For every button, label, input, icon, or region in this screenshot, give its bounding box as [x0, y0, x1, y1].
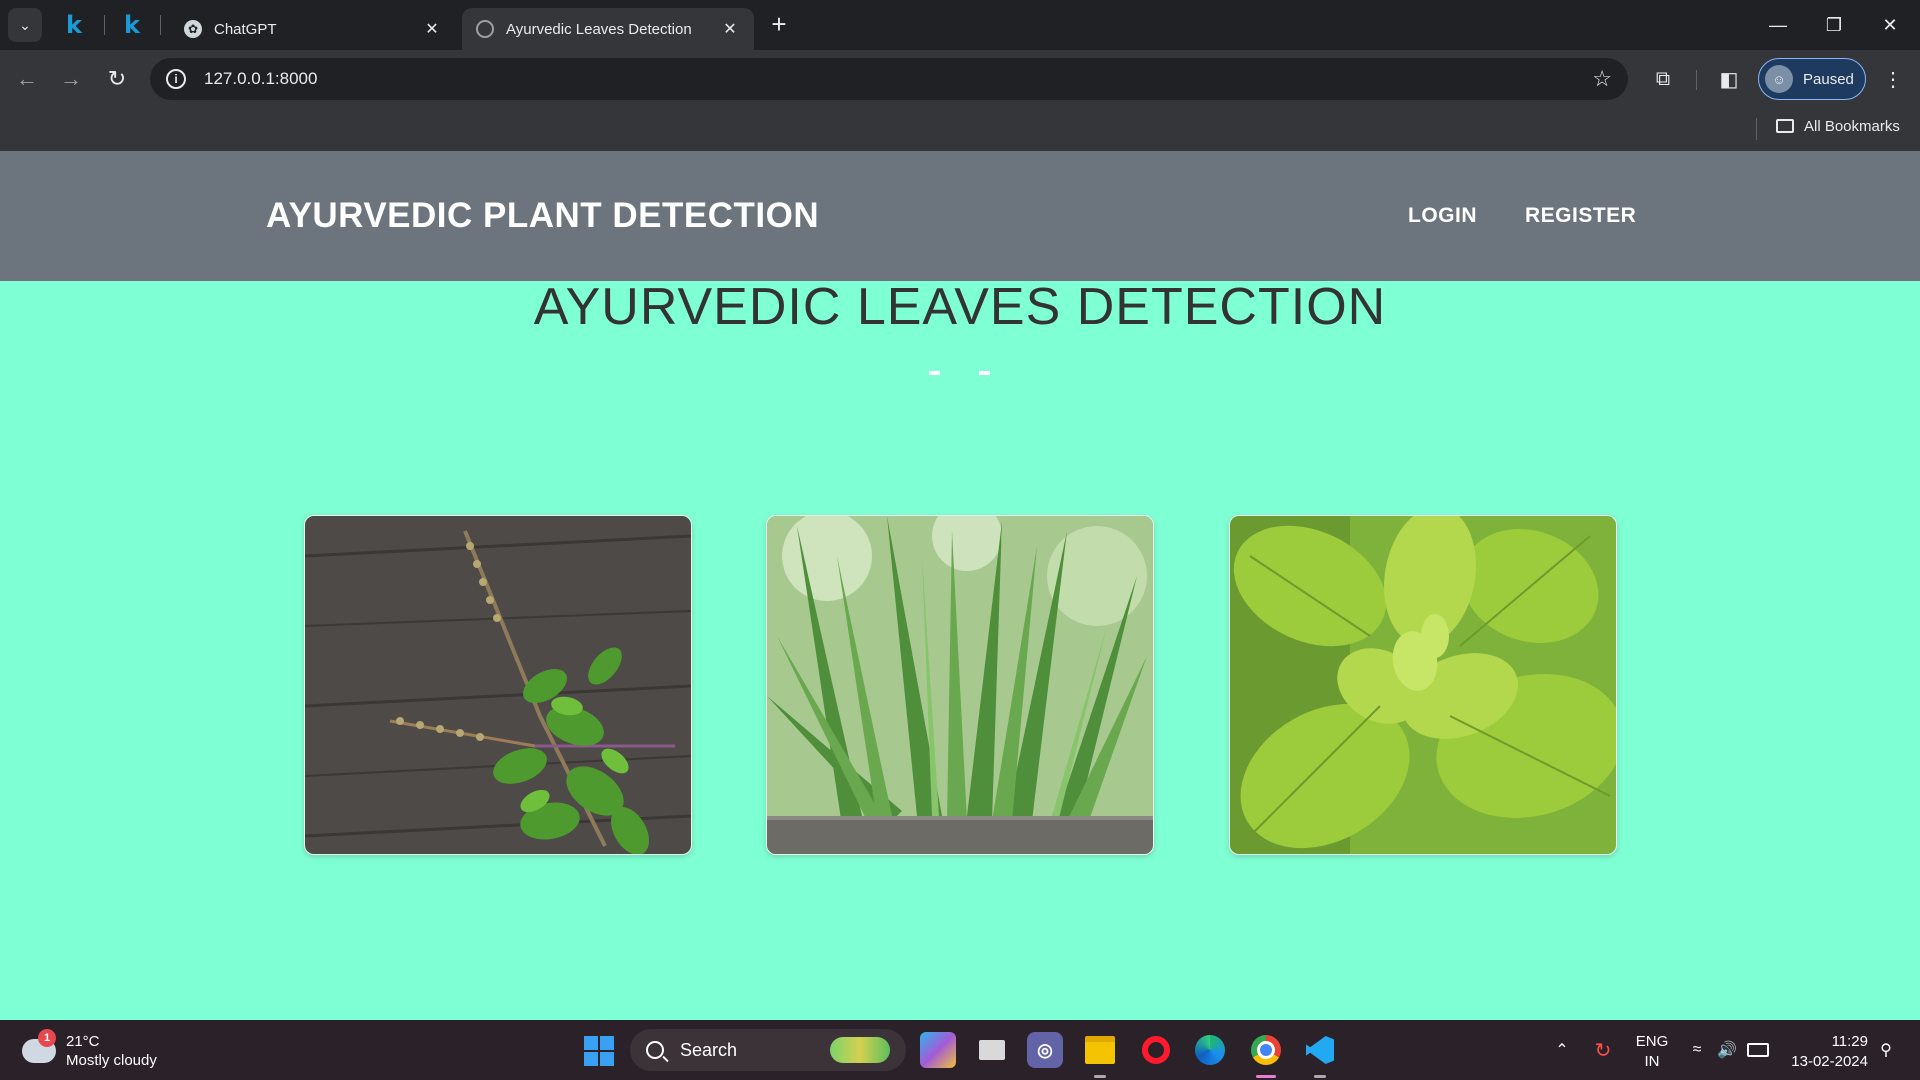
search-highlight-icon [830, 1037, 890, 1063]
wifi-icon[interactable]: ≈ [1684, 1020, 1710, 1080]
arrow-right-icon: → [60, 66, 82, 91]
globe-icon [476, 20, 494, 38]
close-tab-icon[interactable]: ✕ [720, 19, 740, 39]
edge-icon[interactable] [1192, 1032, 1228, 1068]
active-indicator [1256, 1075, 1276, 1078]
folder-icon [1776, 119, 1794, 133]
chevron-up-icon[interactable]: ⌃ [1550, 1020, 1574, 1080]
site-info-icon[interactable]: i [166, 69, 186, 89]
back-button[interactable]: ← [10, 62, 44, 96]
cloud-icon: 1 [22, 1029, 56, 1063]
plant-card-tulsi[interactable] [304, 515, 692, 855]
tab-title: ChatGPT [214, 20, 277, 38]
register-link[interactable]: REGISTER [1525, 151, 1636, 281]
running-indicator [1094, 1075, 1106, 1078]
language-indicator[interactable]: ENG IN [1634, 1032, 1670, 1072]
sync-icon[interactable]: ↻ [1588, 1020, 1618, 1080]
reload-icon: ↻ [107, 66, 127, 91]
language-code: ENG [1635, 1033, 1669, 1050]
forward-button[interactable]: → [54, 62, 88, 96]
new-tab-button[interactable]: + [764, 10, 794, 40]
pinned-tab-2[interactable]: k [116, 10, 148, 40]
notifications-bell-icon[interactable]: ⚲ [1874, 1020, 1898, 1080]
profile-label: Paused [1803, 70, 1854, 88]
clock[interactable]: 11:29 13-02-2024 [1780, 1032, 1868, 1072]
bookmarks-separator [1756, 118, 1757, 140]
login-link[interactable]: LOGIN [1408, 151, 1477, 281]
tab-separator [104, 15, 105, 35]
close-window-button[interactable]: ✕ [1862, 0, 1918, 50]
opera-icon[interactable] [1138, 1032, 1174, 1068]
avatar: ☺ [1765, 65, 1793, 93]
tab-separator [160, 15, 161, 35]
file-explorer-icon[interactable] [1082, 1032, 1118, 1078]
minimize-button[interactable]: — [1750, 0, 1806, 50]
search-label: Search [680, 1039, 738, 1060]
profile-button[interactable]: ☺ Paused [1758, 58, 1866, 100]
chrome-icon[interactable] [1248, 1032, 1284, 1078]
tab-strip: ⌄ k k ✿ ChatGPT ✕ Ayurvedic Leaves Detec… [0, 0, 1920, 50]
weather-widget[interactable]: 1 21°C Mostly cloudy [22, 1028, 157, 1074]
battery-icon[interactable] [1744, 1020, 1772, 1080]
task-view-icon[interactable] [974, 1032, 1010, 1068]
chevron-down-icon: ⌄ [19, 16, 31, 33]
windows-start-icon[interactable] [584, 1036, 614, 1066]
divider-dash [979, 371, 990, 375]
tab-ayurvedic[interactable]: Ayurvedic Leaves Detection ✕ [462, 8, 754, 50]
teams-chat-icon[interactable]: ◎ [1027, 1032, 1063, 1068]
all-bookmarks-button[interactable]: All Bookmarks [1776, 108, 1900, 144]
restore-button[interactable]: ❐ [1806, 0, 1862, 50]
chatgpt-favicon-icon: ✿ [184, 20, 202, 38]
tab-search-button[interactable]: ⌄ [8, 8, 42, 42]
divider-dash [929, 371, 940, 375]
volume-icon[interactable]: 🔊 [1714, 1020, 1740, 1080]
address-bar[interactable]: i 127.0.0.1:8000 ☆ [150, 58, 1628, 100]
ajwain-leaves-image [1230, 516, 1616, 854]
weather-temp: 21°C [66, 1033, 100, 1050]
browser-toolbar: ← → ↻ i 127.0.0.1:8000 ☆ ⧉ ◧ ☺ Paused ⋮ [0, 50, 1920, 108]
reload-button[interactable]: ↻ [100, 62, 134, 96]
tulsi-image [305, 516, 691, 854]
url-text[interactable]: 127.0.0.1:8000 [204, 69, 1592, 89]
all-bookmarks-label: All Bookmarks [1804, 117, 1900, 135]
weather-desc: Mostly cloudy [66, 1052, 157, 1069]
taskbar-search[interactable]: Search [630, 1029, 906, 1071]
plant-card-ajwain[interactable] [1229, 515, 1617, 855]
bookmarks-bar: All Bookmarks [0, 108, 1920, 152]
taskbar: 1 21°C Mostly cloudy Search ◎ ⌃ ↻ ENG IN… [0, 1020, 1920, 1080]
vscode-icon[interactable] [1302, 1032, 1338, 1078]
toolbar-separator [1696, 70, 1697, 90]
aloe-vera-image [767, 516, 1153, 854]
extensions-icon[interactable]: ⧉ [1646, 62, 1680, 96]
bookmark-star-icon[interactable]: ☆ [1592, 66, 1612, 92]
site-header: AYURVEDIC PLANT DETECTION LOGIN REGISTER [0, 151, 1920, 281]
menu-kebab-icon[interactable]: ⋮ [1876, 62, 1910, 96]
plant-card-aloe-vera[interactable] [766, 515, 1154, 855]
close-tab-icon[interactable]: ✕ [422, 19, 442, 39]
clock-time: 11:29 [1831, 1033, 1868, 1050]
pinned-tab-1[interactable]: k [58, 10, 90, 40]
side-panel-icon[interactable]: ◧ [1712, 62, 1746, 96]
region-code: IN [1644, 1053, 1660, 1070]
tab-title: Ayurvedic Leaves Detection [506, 20, 692, 38]
copilot-icon[interactable] [920, 1032, 956, 1068]
running-indicator [1314, 1075, 1326, 1078]
site-brand[interactable]: AYURVEDIC PLANT DETECTION [266, 151, 819, 281]
search-icon [646, 1041, 664, 1059]
clock-date: 13-02-2024 [1791, 1053, 1868, 1070]
page-title: AYURVEDIC LEAVES DETECTION [533, 278, 1387, 336]
notification-badge: 1 [38, 1029, 56, 1047]
tab-chatgpt[interactable]: ✿ ChatGPT ✕ [170, 8, 456, 50]
arrow-left-icon: ← [16, 66, 38, 91]
